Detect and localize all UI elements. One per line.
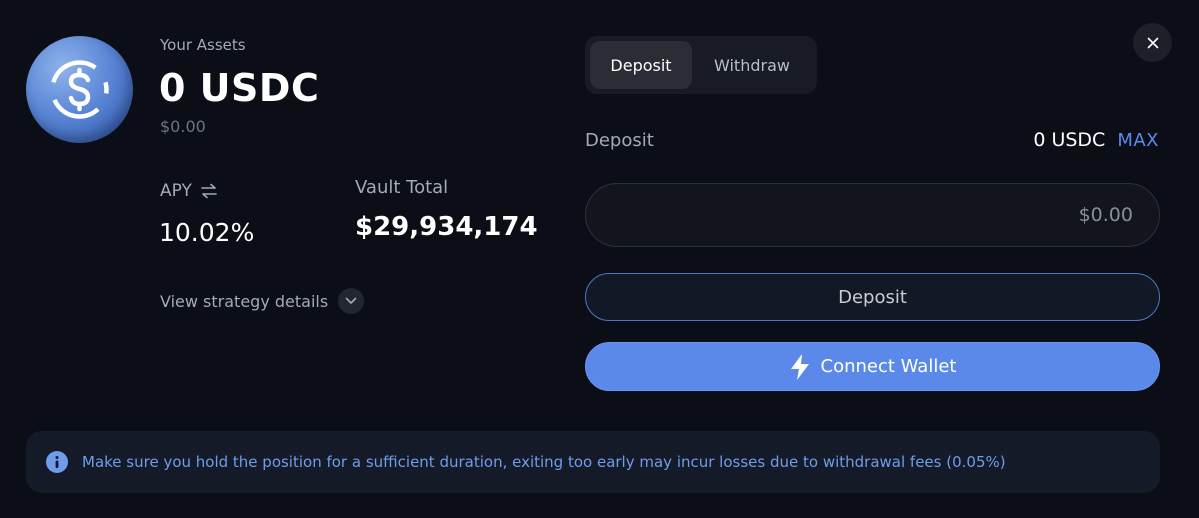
strategy-details-label: View strategy details	[160, 291, 329, 311]
assets-label: Your Assets	[160, 36, 246, 54]
chevron-down-icon[interactable]	[338, 288, 365, 314]
deposit-button[interactable]: Deposit	[585, 273, 1160, 321]
deposit-field-label: Deposit	[585, 130, 654, 151]
apy-value: 10.02%	[159, 218, 255, 247]
wallet-balance: 0 USDC	[1033, 129, 1106, 151]
deposit-amount-input[interactable]	[586, 184, 1159, 246]
lightning-bolt-icon	[790, 353, 809, 380]
apy-label-group[interactable]: APY	[160, 181, 218, 201]
assets-amount: 0 USDC	[159, 66, 320, 110]
deposit-withdraw-tabs: Deposit Withdraw	[585, 36, 817, 94]
vault-total-value: $29,934,174	[355, 212, 538, 242]
vault-panel: Your Assets 0 USDC $0.00 APY 10.02% Vaul…	[0, 0, 1199, 518]
max-button[interactable]: MAX	[1117, 130, 1159, 151]
connect-wallet-button[interactable]: Connect Wallet	[585, 342, 1160, 391]
usdc-coin-icon	[26, 36, 133, 143]
vault-total-label: Vault Total	[355, 177, 449, 198]
view-strategy-details-toggle[interactable]: View strategy details	[160, 288, 365, 314]
close-icon	[1147, 37, 1158, 48]
withdrawal-fee-notice: Make sure you hold the position for a su…	[26, 431, 1160, 493]
connect-wallet-label: Connect Wallet	[820, 356, 957, 377]
amount-input-wrapper	[585, 183, 1160, 247]
notice-text: Make sure you hold the position for a su…	[82, 453, 1006, 471]
info-icon	[46, 451, 68, 473]
swap-arrows-icon[interactable]	[200, 183, 218, 199]
close-button[interactable]	[1133, 23, 1172, 62]
apy-label: APY	[160, 181, 192, 201]
assets-usd-value: $0.00	[160, 117, 206, 136]
tab-withdraw[interactable]: Withdraw	[692, 41, 812, 89]
balance-row: 0 USDC MAX	[1033, 129, 1159, 151]
tab-deposit[interactable]: Deposit	[590, 41, 692, 89]
